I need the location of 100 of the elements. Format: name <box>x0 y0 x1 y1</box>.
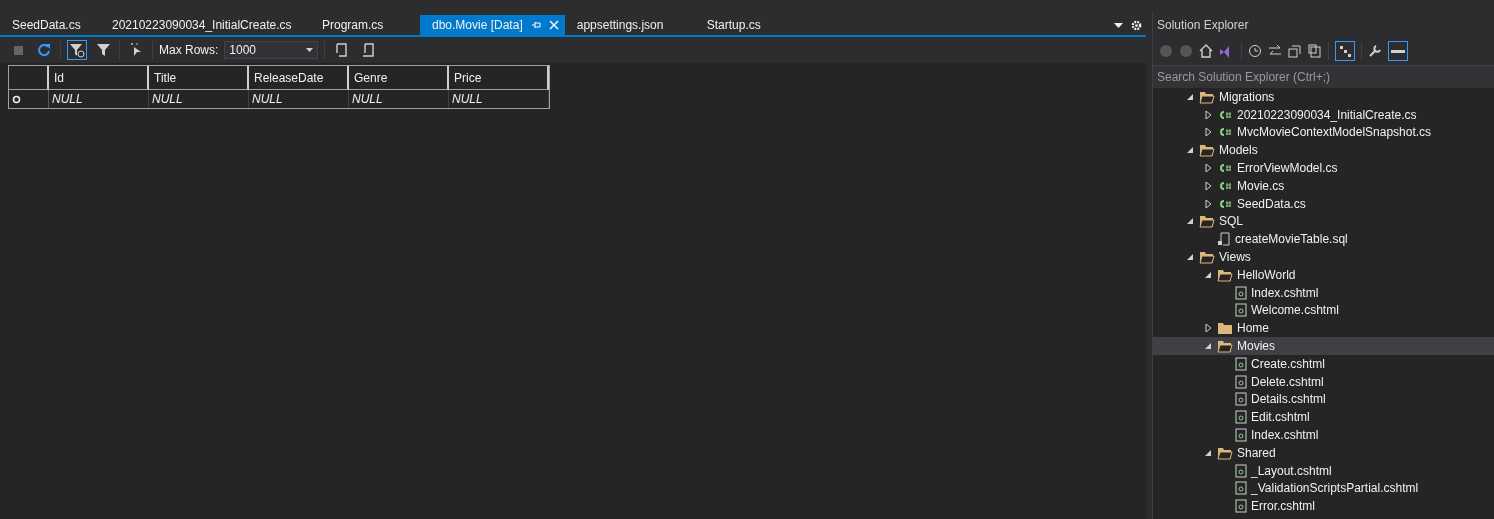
preview-icon[interactable] <box>1391 48 1405 54</box>
tree-item[interactable]: Welcome.cshtml <box>1153 301 1494 320</box>
document-tab[interactable]: SeedData.cs <box>0 15 100 35</box>
tree-item[interactable]: Create.cshtml <box>1153 354 1494 373</box>
column-header[interactable]: ReleaseDate <box>249 66 349 90</box>
clock-icon[interactable] <box>1248 44 1262 58</box>
open-folder-icon <box>1217 339 1233 354</box>
sync-icon[interactable] <box>1268 44 1282 58</box>
razor-file-icon <box>1235 392 1247 407</box>
tree-item[interactable]: 20210223090034_InitialCreate.cs <box>1153 105 1494 124</box>
tree-item[interactable]: SQL <box>1153 212 1494 231</box>
tree-item[interactable]: SeedData.cs <box>1153 194 1494 213</box>
search-field[interactable]: Search Solution Explorer (Ctrl+;) <box>1153 65 1494 88</box>
expanded-arrow-icon[interactable] <box>1204 342 1212 351</box>
razor-file-icon <box>1235 481 1247 496</box>
table-cell[interactable]: NULL <box>249 90 349 108</box>
sparkle-cursor-icon[interactable] <box>130 43 142 57</box>
expanded-arrow-icon[interactable] <box>1186 253 1194 262</box>
open-folder-icon <box>1199 89 1215 104</box>
tree-item[interactable]: Movies <box>1153 337 1494 355</box>
expanded-arrow-icon[interactable] <box>1186 146 1194 155</box>
razor-file-icon <box>1235 374 1247 389</box>
tree-item[interactable]: Migrations <box>1153 88 1494 106</box>
settings-icon[interactable] <box>1131 20 1142 31</box>
script-icon[interactable] <box>360 42 375 58</box>
column-header[interactable]: Genre <box>349 66 449 90</box>
razor-file-icon <box>1235 356 1247 371</box>
tree-item[interactable]: ErrorViewModel.cs <box>1153 159 1494 177</box>
tree-item[interactable]: Views <box>1153 248 1494 266</box>
collapsed-arrow-icon[interactable] <box>1204 127 1212 138</box>
razor-file-icon <box>1235 285 1247 300</box>
table-cell[interactable]: NULL <box>449 90 549 108</box>
tree-item[interactable]: Index.cshtml <box>1153 426 1494 444</box>
expanded-arrow-icon[interactable] <box>1204 448 1212 457</box>
filter-icon[interactable] <box>96 43 110 57</box>
database-script-icon <box>1217 231 1231 248</box>
table-cell[interactable]: NULL <box>349 90 449 108</box>
tree-item[interactable]: Details.cshtml <box>1153 390 1494 409</box>
refresh-icon[interactable] <box>37 43 51 57</box>
tree-item[interactable]: Movie.cs <box>1153 177 1494 195</box>
tree-item[interactable]: Edit.cshtml <box>1153 408 1494 427</box>
wrench-icon[interactable] <box>1368 44 1382 58</box>
script-icon[interactable] <box>334 42 349 58</box>
tree-item[interactable]: createMovieTable.sql <box>1153 230 1494 249</box>
csharp-file-icon <box>1217 197 1233 210</box>
collapsed-arrow-icon[interactable] <box>1204 109 1212 120</box>
razor-file-icon <box>1235 428 1247 443</box>
tree-item[interactable]: Home <box>1153 319 1494 338</box>
tree-item[interactable]: _ValidationScriptsPartial.cshtml <box>1153 479 1494 498</box>
max-rows-dropdown[interactable]: 1000 <box>224 41 319 59</box>
csharp-file-icon <box>1217 179 1233 192</box>
collapsed-arrow-icon[interactable] <box>1204 323 1212 334</box>
table-cell[interactable]: NULL <box>49 90 149 108</box>
collapsed-arrow-icon[interactable] <box>1204 163 1212 174</box>
open-folder-icon <box>1199 214 1215 229</box>
expanded-arrow-icon[interactable] <box>1186 217 1194 226</box>
corner-cell <box>9 66 49 90</box>
razor-file-icon <box>1235 303 1247 318</box>
expanded-arrow-icon[interactable] <box>1186 92 1194 101</box>
document-tab[interactable]: Program.cs <box>310 15 420 35</box>
panel-title: Solution Explorer <box>1153 13 1494 37</box>
collapsed-arrow-icon[interactable] <box>1204 198 1212 209</box>
collapsed-arrow-icon[interactable] <box>1204 180 1212 191</box>
dropdown-arrow-icon[interactable] <box>1114 23 1123 28</box>
column-header[interactable]: Title <box>149 66 249 90</box>
max-rows-label: Max Rows: <box>159 43 219 57</box>
hierarchy-icon[interactable] <box>1338 44 1352 58</box>
collapse-all-icon[interactable] <box>1288 44 1302 58</box>
pin-icon[interactable] <box>530 21 541 29</box>
open-folder-icon <box>1217 267 1233 282</box>
tree-item[interactable]: MvcMovieContextModelSnapshot.cs <box>1153 123 1494 142</box>
tree-item[interactable]: _Layout.cshtml <box>1153 461 1494 480</box>
copy-icon[interactable] <box>1308 44 1322 58</box>
document-tab[interactable]: appsettings.json <box>564 15 695 35</box>
column-header[interactable]: Price <box>449 66 549 90</box>
open-folder-icon <box>1199 250 1215 265</box>
document-tab[interactable]: Startup.cs <box>694 15 795 35</box>
table-cell[interactable]: NULL <box>149 90 249 108</box>
expanded-arrow-icon[interactable] <box>1204 270 1212 279</box>
razor-file-icon <box>1235 499 1247 514</box>
new-row-icon <box>12 94 21 104</box>
razor-file-icon <box>1235 463 1247 478</box>
close-icon[interactable] <box>548 20 559 30</box>
tree-item[interactable]: HelloWorld <box>1153 265 1494 284</box>
razor-file-icon <box>1235 410 1247 425</box>
csharp-file-icon <box>1217 162 1233 175</box>
csharp-file-icon <box>1217 126 1233 139</box>
tree-item[interactable]: Error.cshtml <box>1153 497 1494 516</box>
document-tab[interactable]: 20210223090034_InitialCreate.cs <box>100 15 310 35</box>
filter-icon[interactable] <box>69 42 85 58</box>
open-folder-icon <box>1199 143 1215 158</box>
tree-item[interactable]: Delete.cshtml <box>1153 372 1494 391</box>
tree-item[interactable]: Shared <box>1153 443 1494 462</box>
document-tab[interactable]: dbo.Movie [Data] <box>420 15 565 35</box>
tree-item[interactable]: Index.cshtml <box>1153 283 1494 302</box>
home-icon[interactable] <box>1199 44 1213 58</box>
csharp-file-icon <box>1217 108 1233 121</box>
tree-item[interactable]: Models <box>1153 141 1494 160</box>
column-header[interactable]: Id <box>49 66 149 90</box>
dropdown-arrow-icon <box>306 48 314 52</box>
